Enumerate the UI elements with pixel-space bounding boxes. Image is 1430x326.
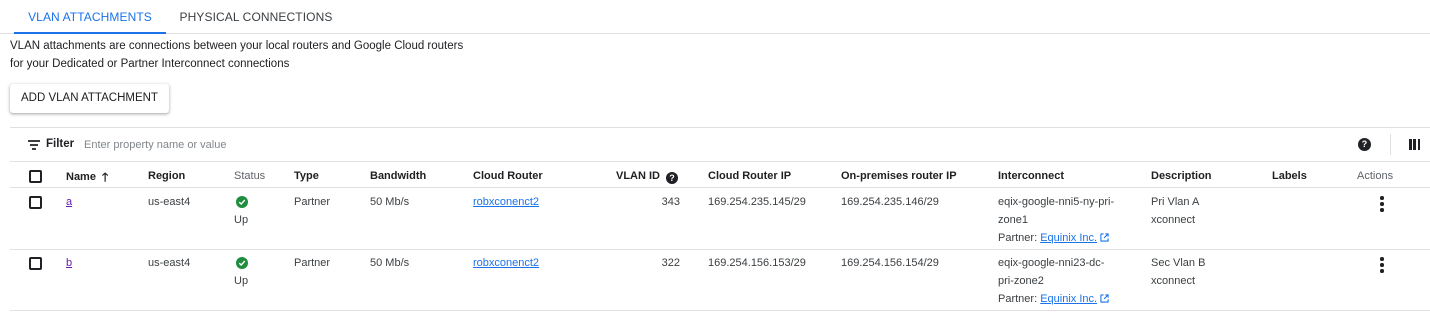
intro-text: VLAN attachments are connections between… [10, 37, 463, 73]
type-cell: Partner [294, 196, 331, 208]
bandwidth-cell: 50 Mb/s [370, 257, 410, 269]
partner-label: Partner: [998, 232, 1038, 244]
description-line-1: Sec Vlan B [1151, 257, 1206, 269]
onprem-ip-cell: 169.254.235.146/29 [841, 196, 939, 208]
tab-vlan-attachments[interactable]: VLAN ATTACHMENTS [14, 0, 166, 34]
onprem-ip-cell: 169.254.156.154/29 [841, 257, 939, 269]
toolbar-divider [1390, 134, 1391, 155]
col-type[interactable]: Type [294, 167, 319, 185]
interconnect-line-2: pri-zone2 [998, 275, 1044, 287]
table-header: Name 🡑 Region Status Type Bandwidth Cloud… [10, 163, 1430, 188]
add-vlan-attachment-button[interactable]: ADD VLAN ATTACHMENT [10, 84, 169, 113]
filter-list-icon [28, 140, 40, 150]
vlan-id-help-icon[interactable]: ? [666, 172, 678, 184]
col-onprem-ip[interactable]: On-premises router IP [841, 167, 957, 185]
more-vert-icon[interactable] [1380, 196, 1384, 212]
status-text: Up [234, 275, 249, 287]
col-status[interactable]: Status [234, 167, 265, 185]
col-cloud-router[interactable]: Cloud Router [473, 167, 543, 185]
col-description[interactable]: Description [1151, 167, 1212, 185]
select-all-checkbox[interactable] [29, 170, 42, 183]
help-icon[interactable]: ? [1358, 138, 1371, 151]
cloud-router-ip-cell: 169.254.156.153/29 [708, 257, 806, 269]
filter-input[interactable] [84, 134, 484, 155]
attachment-name-link[interactable]: b [66, 254, 72, 272]
check-circle-icon [236, 257, 248, 269]
col-labels[interactable]: Labels [1272, 167, 1307, 185]
col-region[interactable]: Region [148, 167, 185, 185]
col-actions: Actions [1357, 170, 1394, 182]
check-circle-icon [236, 196, 248, 208]
tab-bar: VLAN ATTACHMENTS PHYSICAL CONNECTIONS [0, 0, 1430, 34]
region-cell: us-east4 [148, 196, 191, 208]
tab-physical-connections[interactable]: PHYSICAL CONNECTIONS [170, 0, 342, 34]
interconnect-line-1: eqix-google-nni23-dc- [998, 257, 1105, 269]
col-bandwidth[interactable]: Bandwidth [370, 167, 426, 185]
cloud-router-link[interactable]: robxconenct2 [473, 254, 539, 272]
open-in-new-icon [1100, 294, 1109, 303]
sort-ascending-icon: 🡑 [101, 170, 109, 184]
interconnect-line-1: eqix-google-nni5-ny-pri- [998, 196, 1115, 208]
description-line-1: Pri Vlan A [1151, 196, 1200, 208]
partner-cell: Partner: Equinix Inc. [998, 290, 1109, 308]
col-name[interactable]: Name 🡑 [66, 167, 108, 186]
intro-line-2: for your Dedicated or Partner Interconne… [10, 58, 290, 70]
partner-label: Partner: [998, 293, 1038, 305]
vlan-id-cell: 343 [661, 196, 680, 208]
row-checkbox[interactable] [29, 196, 42, 209]
partner-link[interactable]: Equinix Inc. [1040, 232, 1097, 244]
filter-bar: Filter ? [10, 127, 1430, 162]
attachment-name-link[interactable]: a [66, 193, 72, 211]
row-checkbox[interactable] [29, 257, 42, 270]
filter-label: Filter [46, 138, 75, 150]
col-vlan-id[interactable]: VLAN ID? [616, 167, 678, 185]
table-row: b us-east4 Up Partner 50 Mb/s robxconenc… [10, 250, 1430, 311]
description-line-2: xconnect [1151, 214, 1196, 226]
col-interconnect[interactable]: Interconnect [998, 167, 1064, 185]
table-row: a us-east4 Up Partner 50 Mb/s robxconenc… [10, 189, 1430, 250]
more-vert-icon[interactable] [1380, 257, 1384, 273]
open-in-new-icon [1100, 233, 1109, 242]
description-line-2: xconnect [1151, 275, 1196, 287]
region-cell: us-east4 [148, 257, 191, 269]
cloud-router-link[interactable]: robxconenct2 [473, 193, 539, 211]
type-cell: Partner [294, 257, 331, 269]
bandwidth-cell: 50 Mb/s [370, 196, 410, 208]
vlan-id-cell: 322 [661, 257, 680, 269]
partner-link[interactable]: Equinix Inc. [1040, 293, 1097, 305]
status-text: Up [234, 214, 249, 226]
column-display-icon[interactable] [1409, 139, 1420, 150]
col-cloud-router-ip[interactable]: Cloud Router IP [708, 167, 791, 185]
interconnect-line-2: zone1 [998, 214, 1028, 226]
cloud-router-ip-cell: 169.254.235.145/29 [708, 196, 806, 208]
partner-cell: Partner: Equinix Inc. [998, 229, 1109, 247]
intro-line-1: VLAN attachments are connections between… [10, 40, 464, 52]
